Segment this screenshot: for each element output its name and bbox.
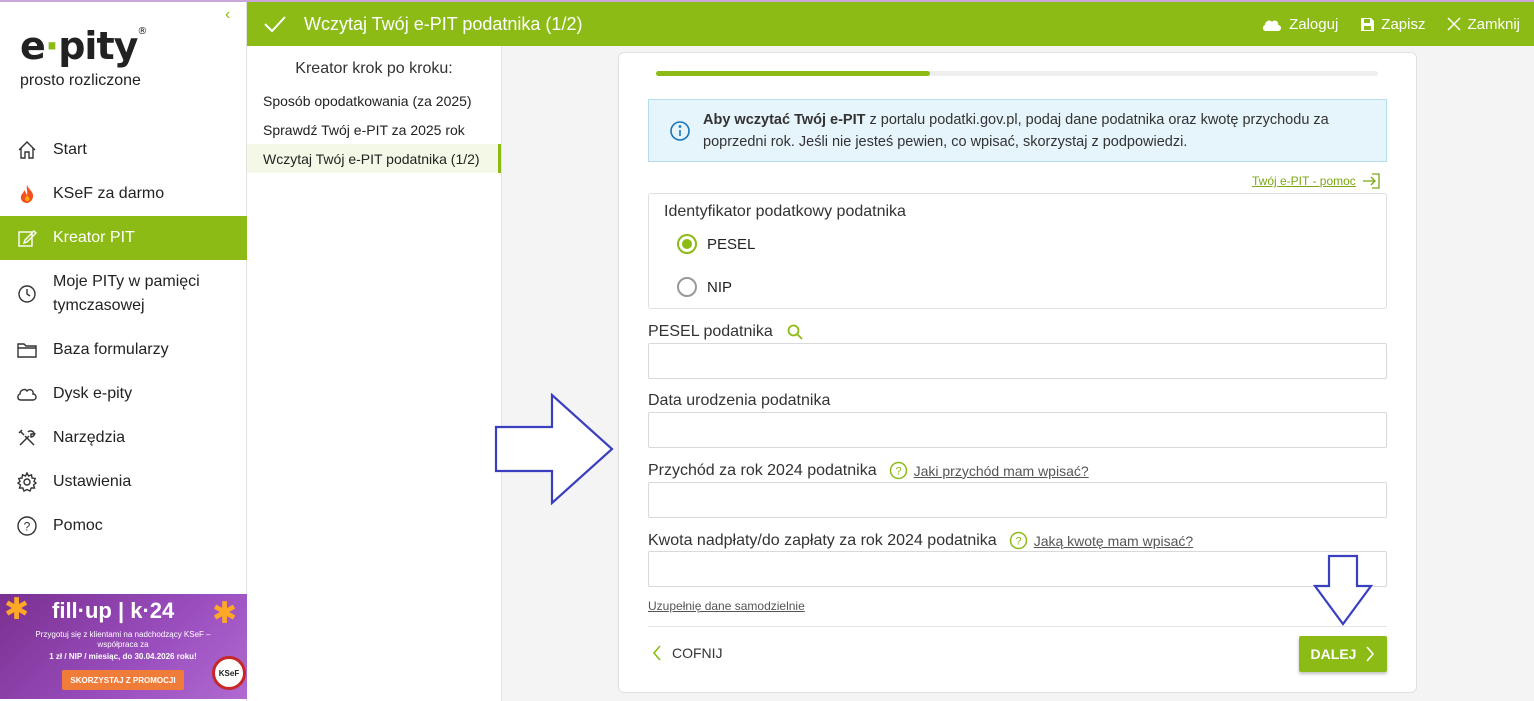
info-text: Aby wczytać Twój e-PIT z portalu podatki… bbox=[703, 111, 1329, 150]
amount-input[interactable] bbox=[648, 551, 1387, 587]
edit-icon bbox=[16, 227, 38, 249]
star-decoration: ✱ bbox=[212, 597, 238, 630]
check-icon bbox=[264, 16, 286, 33]
page-title: Wczytaj Twój e-PIT podatnika (1/2) bbox=[304, 13, 583, 34]
amount-label: Kwota nadpłaty/do zapłaty za rok 2024 po… bbox=[648, 531, 1194, 550]
folder-icon bbox=[16, 339, 38, 361]
svg-text:?: ? bbox=[1015, 536, 1021, 548]
top-bar: Wczytaj Twój e-PIT podatnika (1/2) Zalog… bbox=[247, 2, 1534, 46]
close-icon bbox=[1447, 17, 1462, 31]
income-input[interactable] bbox=[648, 482, 1387, 518]
tools-icon bbox=[16, 427, 38, 449]
star-decoration: ✱ bbox=[4, 594, 30, 626]
pesel-label: PESEL podatnika bbox=[648, 323, 803, 341]
close-button[interactable]: Zamknij bbox=[1447, 16, 1520, 33]
wizard-steps: Kreator krok po kroku: Sposób opodatkowa… bbox=[247, 46, 502, 701]
cloud-icon bbox=[16, 383, 38, 405]
annotation-arrow-right bbox=[494, 393, 614, 505]
exit-icon bbox=[1362, 173, 1380, 189]
svg-text:?: ? bbox=[895, 466, 901, 478]
sidebar-item-ustawienia[interactable]: Ustawienia bbox=[0, 460, 247, 504]
ksef-badge: KSeF bbox=[212, 656, 246, 690]
pesel-input[interactable] bbox=[648, 343, 1387, 379]
search-icon[interactable] bbox=[787, 324, 803, 340]
login-button[interactable]: Zaloguj bbox=[1261, 16, 1338, 33]
cloud-icon bbox=[1262, 20, 1282, 31]
gear-icon bbox=[16, 471, 38, 493]
step-item-current[interactable]: Wczytaj Twój e-PIT podatnika (1/2) bbox=[247, 144, 501, 173]
income-hint-link[interactable]: Jaki przychód mam wpisać? bbox=[914, 463, 1089, 479]
amount-hint-link[interactable]: Jaką kwotę mam wpisać? bbox=[1034, 533, 1194, 549]
step-item[interactable]: Sposób opodatkowania (za 2025) bbox=[247, 86, 501, 115]
back-button[interactable]: COFNIJ bbox=[652, 645, 723, 661]
svg-text:?: ? bbox=[24, 520, 31, 534]
info-box: Aby wczytać Twój e-PIT z portalu podatki… bbox=[648, 99, 1387, 162]
question-icon[interactable]: ? bbox=[1009, 531, 1028, 550]
divider bbox=[648, 626, 1387, 627]
form-card: Aby wczytać Twój e-PIT z portalu podatki… bbox=[618, 52, 1417, 693]
save-button[interactable]: Zapisz bbox=[1360, 16, 1425, 33]
sidebar: ‹ e·pity® prosto rozliczone Start KSeF z… bbox=[0, 2, 247, 701]
sidebar-item-dysk[interactable]: Dysk e-pity bbox=[0, 372, 247, 416]
promo-title: fill·up | k·24 bbox=[52, 598, 175, 623]
sidebar-item-baza-formularzy[interactable]: Baza formularzy bbox=[0, 328, 247, 372]
info-icon bbox=[670, 120, 690, 141]
progress-bar bbox=[656, 71, 1378, 76]
radio-pesel[interactable]: PESEL bbox=[677, 234, 755, 254]
promo-banner[interactable]: ✱ ✱ fill·up | k·24 Przygotuj się z klien… bbox=[0, 594, 247, 699]
promo-text: Przygotuj się z klientami na nadchodzący… bbox=[35, 630, 211, 649]
sidebar-item-narzedzia[interactable]: Narzędzia bbox=[0, 416, 247, 460]
help-link[interactable]: Twój e-PIT - pomoc bbox=[1252, 173, 1380, 189]
tagline: prosto rozliczone bbox=[20, 72, 141, 89]
logo[interactable]: e·pity® bbox=[20, 24, 147, 68]
fire-icon bbox=[16, 183, 38, 205]
next-button[interactable]: DALEJ bbox=[1299, 636, 1387, 672]
sidebar-item-start[interactable]: Start bbox=[0, 128, 247, 172]
sidebar-item-kreator-pit[interactable]: Kreator PIT bbox=[0, 216, 247, 260]
sidebar-item-moje-pity[interactable]: Moje PITy w pamięci tymczasowej bbox=[0, 260, 247, 328]
header-actions: Zaloguj Zapisz Zamknij bbox=[1239, 16, 1520, 33]
chevron-left-icon bbox=[652, 645, 661, 661]
save-icon bbox=[1361, 17, 1375, 31]
radio-nip[interactable]: NIP bbox=[677, 277, 732, 297]
self-fill-link[interactable]: Uzupełnię dane samodzielnie bbox=[648, 599, 805, 613]
promo-price: 1 zł / NIP / miesiąc, do 30.04.2026 roku… bbox=[49, 652, 197, 661]
chevron-right-icon bbox=[1366, 646, 1375, 662]
birth-date-label: Data urodzenia podatnika bbox=[648, 392, 831, 409]
home-icon bbox=[16, 139, 38, 161]
annotation-arrow-down bbox=[1313, 554, 1373, 626]
taxpayer-id-group: Identyfikator podatkowy podatnika PESEL … bbox=[648, 193, 1387, 309]
progress-fill bbox=[656, 71, 931, 76]
birth-date-input[interactable] bbox=[648, 412, 1387, 448]
sidebar-item-pomoc[interactable]: ? Pomoc bbox=[0, 504, 247, 548]
sidebar-item-ksef[interactable]: KSeF za darmo bbox=[0, 172, 247, 216]
main-area: Aby wczytać Twój e-PIT z portalu podatki… bbox=[502, 46, 1534, 701]
step-item[interactable]: Sprawdź Twój e-PIT za 2025 rok bbox=[247, 115, 501, 144]
collapse-sidebar-icon[interactable]: ‹ bbox=[225, 6, 230, 24]
question-icon[interactable]: ? bbox=[889, 461, 908, 480]
help-icon: ? bbox=[16, 515, 38, 537]
clock-icon bbox=[16, 283, 38, 305]
steps-heading: Kreator krok po kroku: bbox=[295, 60, 453, 77]
promo-button[interactable]: SKORZYSTAJ Z PROMOCJI bbox=[62, 670, 184, 690]
income-label: Przychód za rok 2024 podatnika ? Jaki pr… bbox=[648, 461, 1089, 480]
sidebar-nav: Start KSeF za darmo Kreator PIT Moje PIT… bbox=[0, 128, 247, 548]
taxpayer-id-label: Identyfikator podatkowy podatnika bbox=[664, 203, 906, 220]
